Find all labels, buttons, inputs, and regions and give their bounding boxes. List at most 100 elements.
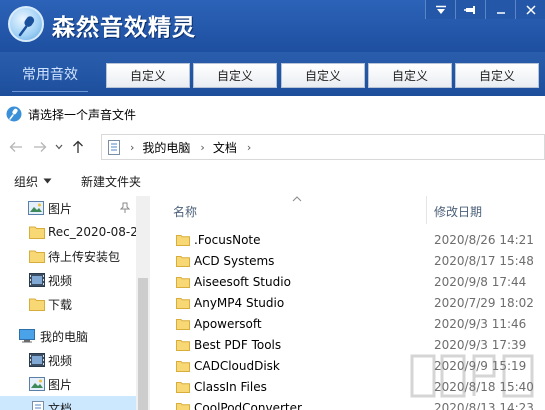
- watermark-logo-icon: [410, 354, 534, 398]
- breadcrumb-separator: ›: [130, 140, 135, 154]
- sound-tab-strip: 常用音效 自定义 自定义 自定义 自定义 自定义: [0, 52, 545, 96]
- nav-item-pictures-2[interactable]: 图片: [0, 372, 136, 396]
- nav-item-documents[interactable]: 文档: [0, 396, 136, 410]
- folder-icon: [176, 235, 190, 246]
- custom-button-3[interactable]: 自定义: [281, 63, 365, 88]
- file-name: CADCloudDisk: [194, 359, 280, 373]
- folder-icon: [29, 250, 45, 263]
- nav-item-label: 图片: [48, 377, 73, 392]
- nav-scrollbar-thumb[interactable]: [138, 278, 148, 410]
- nav-item-label: 图片: [48, 201, 73, 216]
- file-row[interactable]: .FocusNote 2020/8/26 14:21: [150, 230, 545, 251]
- breadcrumb-separator: ›: [200, 140, 205, 154]
- microphone-app-icon: [6, 106, 22, 122]
- tab-common-sounds[interactable]: 常用音效: [0, 52, 100, 96]
- documents-icon: [32, 401, 44, 410]
- videos-icon: [29, 353, 45, 367]
- nav-item-label: 待上传安装包: [48, 249, 121, 264]
- pin-icon[interactable]: [120, 202, 130, 214]
- nav-item-videos-2[interactable]: 视频: [0, 348, 136, 372]
- pictures-icon: [28, 201, 44, 215]
- nav-item-videos[interactable]: 视频: [0, 268, 136, 292]
- nav-item-downloads[interactable]: 下载: [0, 292, 136, 316]
- new-folder-button[interactable]: 新建文件夹: [81, 173, 141, 190]
- minimize-button[interactable]: [485, 0, 515, 19]
- custom-button-1[interactable]: 自定义: [106, 63, 190, 88]
- sort-ascending-icon: [292, 196, 302, 202]
- minimize-icon: [496, 11, 505, 14]
- file-name: AnyMP4 Studio: [194, 296, 285, 310]
- file-row[interactable]: AnyMP4 Studio 2020/7/29 18:02: [150, 293, 545, 314]
- chevron-down-icon: [55, 144, 63, 150]
- breadcrumb-my-computer[interactable]: 我的电脑: [142, 139, 190, 156]
- address-bar[interactable]: › 我的电脑 › 文档 ›: [101, 134, 545, 160]
- navigation-pane: 图片 Rec_2020-08-2 待上传安装包 视频 下载 我的电脑 视频 图片…: [0, 196, 150, 410]
- up-button[interactable]: [66, 135, 90, 159]
- nav-item-label: Rec_2020-08-2: [48, 225, 136, 239]
- dropdown-icon: [435, 5, 446, 14]
- file-row[interactable]: ACD Systems 2020/8/17 15:48: [150, 251, 545, 272]
- tab-underline: [12, 91, 88, 92]
- file-date: 2020/8/26 14:21: [434, 233, 534, 247]
- file-date: 2020/8/17 15:48: [434, 254, 534, 268]
- folder-icon: [176, 361, 190, 372]
- nav-item-label: 我的电脑: [40, 329, 89, 344]
- microphone-logo-icon: [8, 6, 44, 42]
- folder-icon: [176, 382, 190, 393]
- videos-icon: [29, 273, 45, 287]
- file-name: ClassIn Files: [194, 380, 267, 394]
- dropdown-triangle-icon: [43, 178, 52, 184]
- folder-icon: [176, 277, 190, 288]
- pin-icon: [463, 5, 475, 14]
- documents-icon: [108, 139, 120, 155]
- column-header-name[interactable]: 名称: [173, 196, 197, 226]
- tab-common-label: 常用音效: [22, 67, 78, 83]
- column-header-modified[interactable]: 修改日期: [434, 196, 482, 226]
- file-date: 2020/9/8 17:44: [434, 275, 527, 289]
- folder-icon: [176, 256, 190, 267]
- nav-item-label: 视频: [48, 353, 73, 368]
- back-button[interactable]: [4, 135, 28, 159]
- breadcrumb-separator: ›: [246, 140, 252, 154]
- nav-scrollbar[interactable]: [136, 196, 150, 410]
- custom-button-4[interactable]: 自定义: [368, 63, 452, 88]
- folder-icon: [176, 319, 190, 330]
- pin-window-button[interactable]: [455, 0, 485, 19]
- close-icon: [525, 4, 536, 15]
- file-row[interactable]: Apowersoft 2020/9/3 11:46: [150, 314, 545, 335]
- forward-button[interactable]: [28, 135, 52, 159]
- folder-icon: [176, 298, 190, 309]
- app-title: 森然音效精灵: [52, 15, 196, 41]
- nav-item-pictures[interactable]: 图片: [0, 196, 136, 220]
- nav-item-rec-folder[interactable]: Rec_2020-08-2: [0, 220, 136, 244]
- forward-arrow-icon: [34, 142, 47, 152]
- nav-item-pending-upload[interactable]: 待上传安装包: [0, 244, 136, 268]
- folder-icon: [29, 298, 45, 311]
- close-button[interactable]: [515, 0, 545, 19]
- organize-menu-button[interactable]: 组织: [14, 173, 52, 190]
- file-date: 2020/9/3 11:46: [434, 317, 527, 331]
- up-arrow-icon: [73, 140, 83, 153]
- file-row[interactable]: Aiseesoft Studio 2020/9/8 17:44: [150, 272, 545, 293]
- pictures-icon: [29, 377, 45, 391]
- recent-locations-button[interactable]: [52, 135, 66, 159]
- folder-icon: [29, 226, 45, 239]
- file-name: .FocusNote: [194, 233, 261, 247]
- organize-label: 组织: [14, 174, 39, 189]
- nav-item-my-computer[interactable]: 我的电脑: [0, 324, 136, 348]
- address-row: › 我的电脑 › 文档 ›: [0, 132, 545, 162]
- column-divider[interactable]: [426, 196, 427, 224]
- custom-button-2[interactable]: 自定义: [193, 63, 277, 88]
- command-bar: 组织 新建文件夹: [0, 166, 545, 196]
- menu-dropdown-button[interactable]: [425, 0, 455, 19]
- window-controls: [425, 0, 545, 20]
- custom-button-5[interactable]: 自定义: [455, 63, 539, 88]
- file-name: Apowersoft: [194, 317, 262, 331]
- nav-item-label: 视频: [48, 273, 73, 288]
- breadcrumb-documents[interactable]: 文档: [213, 139, 237, 156]
- dialog-title: 请选择一个声音文件: [28, 107, 137, 122]
- computer-icon: [19, 329, 35, 343]
- file-name: ACD Systems: [194, 254, 275, 268]
- back-arrow-icon: [9, 142, 22, 152]
- nav-item-label: 下载: [48, 297, 73, 312]
